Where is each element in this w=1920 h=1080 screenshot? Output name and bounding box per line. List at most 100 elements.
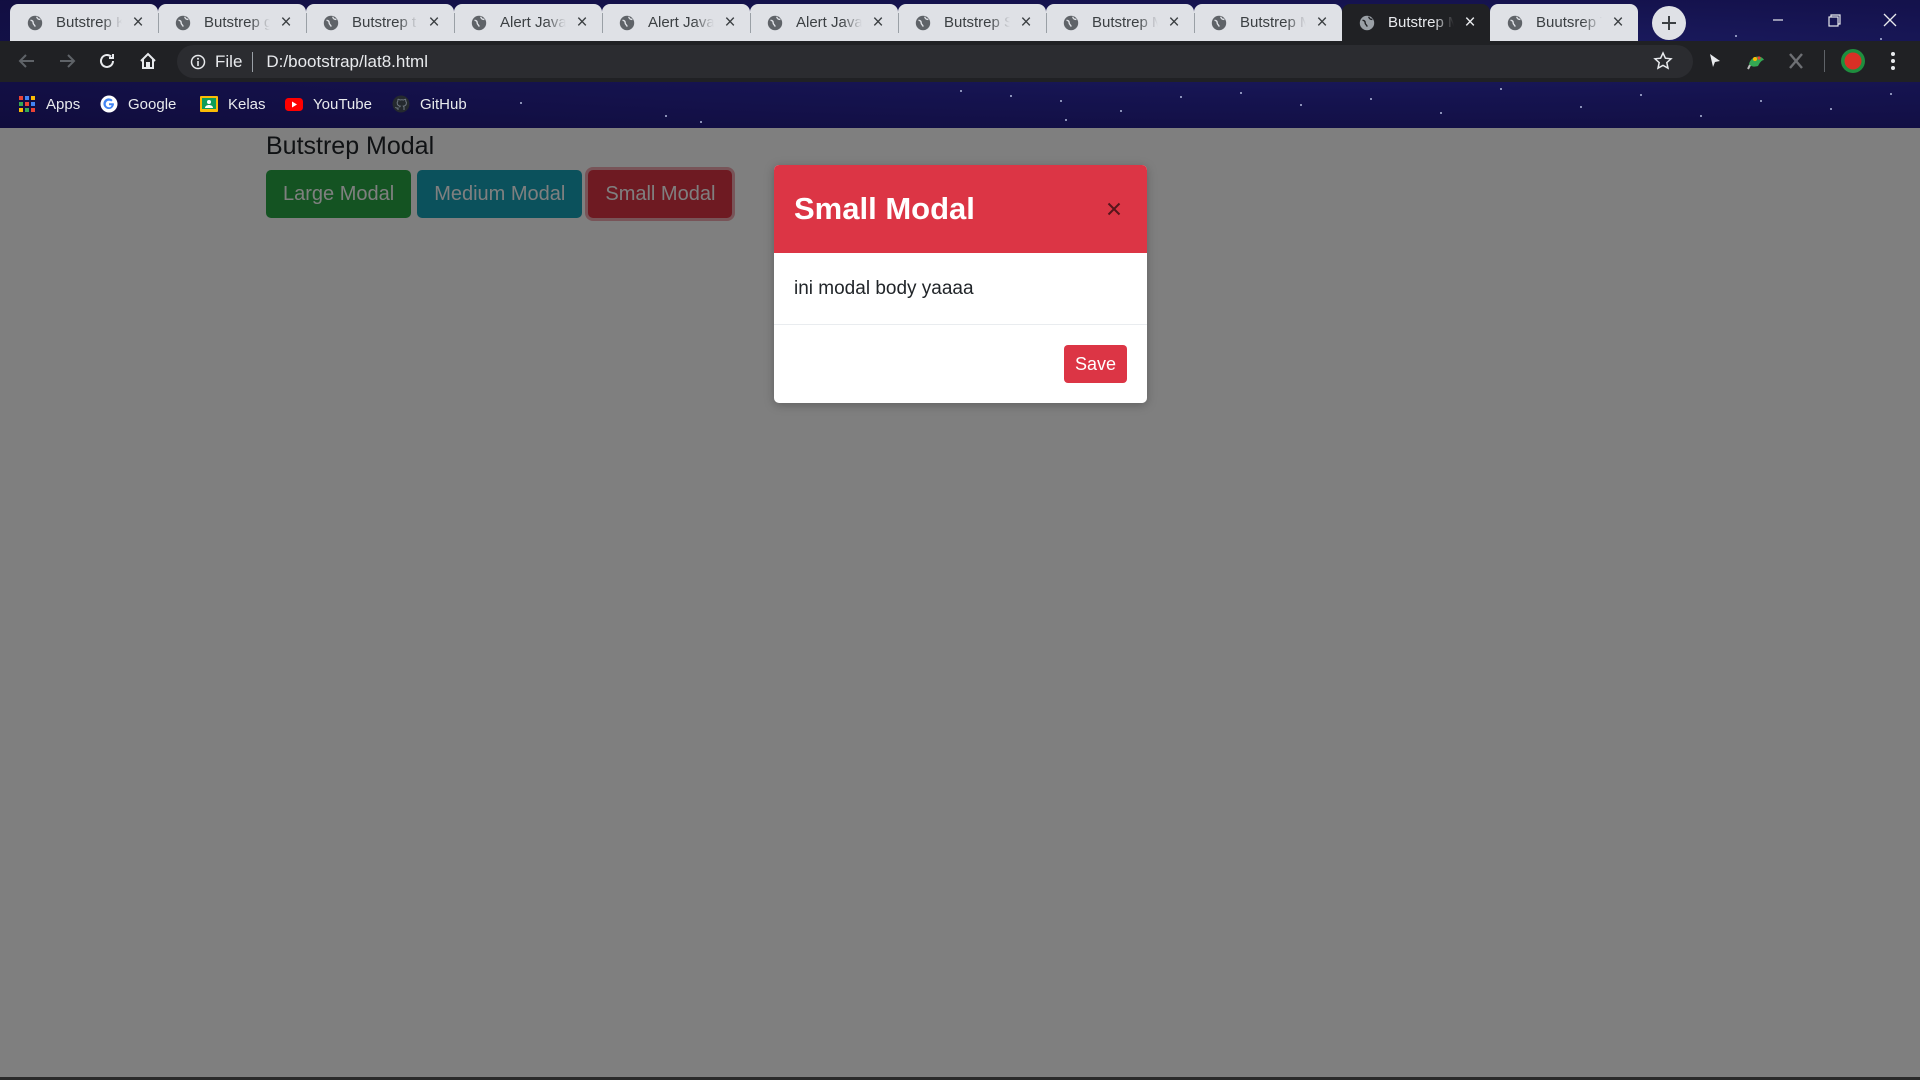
small-modal-dialog: Small Modal ini modal body yaaaa Save — [774, 165, 1147, 403]
address-bar[interactable]: File D:/bootstrap/lat8.html — [177, 45, 1693, 78]
modal-footer: Save — [774, 325, 1147, 403]
globe-icon — [27, 15, 43, 30]
globe-icon — [323, 15, 339, 30]
new-tab-button[interactable] — [1652, 6, 1686, 40]
bookmark-kelas[interactable]: Kelas — [200, 92, 266, 116]
globe-icon — [1359, 15, 1375, 30]
tab-strip: Butstrep K × Butstrep g × Butstrep t × A… — [10, 4, 1638, 41]
restore-button[interactable] — [1806, 0, 1862, 40]
browser-tab[interactable]: Alert Javas × — [454, 4, 602, 41]
modal-header: Small Modal — [774, 165, 1147, 253]
bookmark-label: GitHub — [420, 95, 467, 113]
x-extension-icon[interactable] — [1781, 46, 1811, 76]
back-button[interactable] — [12, 46, 42, 76]
tab-title: Alert Javas — [796, 14, 862, 31]
bookmark-github[interactable]: GitHub — [392, 92, 467, 116]
tab-close-icon[interactable]: × — [1608, 12, 1628, 33]
tab-title: Alert Javas — [648, 14, 714, 31]
close-icon — [1107, 202, 1121, 216]
tab-close-icon[interactable]: × — [1312, 12, 1332, 33]
toolbar-divider — [1818, 46, 1830, 76]
address-separator — [252, 51, 254, 72]
tab-close-icon[interactable]: × — [1460, 12, 1480, 33]
browser-tab[interactable]: Butstrep K × — [10, 4, 158, 41]
tab-close-icon[interactable]: × — [572, 12, 592, 33]
minimize-icon — [1773, 19, 1783, 21]
arrow-left-icon — [18, 54, 34, 68]
tab-title: Alert Javas — [500, 14, 566, 31]
globe-icon — [1063, 15, 1079, 30]
close-icon — [1883, 13, 1897, 27]
info-icon[interactable] — [189, 53, 207, 71]
cursor-extension-icon[interactable] — [1700, 46, 1730, 76]
scheme-label: File — [215, 51, 243, 71]
modal-body-text: ini modal body yaaaa — [794, 277, 974, 299]
tab-title: Butstrep K — [56, 14, 122, 31]
plus-icon — [1662, 16, 1676, 30]
globe-icon — [1211, 15, 1227, 30]
home-button[interactable] — [133, 46, 163, 76]
modal-title: Small Modal — [794, 191, 975, 226]
browser-tab[interactable]: Butstrep g × — [158, 4, 306, 41]
modal-close-button[interactable] — [1101, 196, 1127, 222]
tab-close-icon[interactable]: × — [128, 12, 148, 33]
tab-title: Butstrep t — [352, 14, 417, 31]
tab-close-icon[interactable]: × — [1164, 12, 1184, 33]
globe-icon — [915, 15, 931, 30]
browser-toolbar: File D:/bootstrap/lat8.html — [0, 41, 1920, 82]
globe-icon — [471, 15, 487, 30]
bookmark-apps[interactable]: Apps — [18, 92, 80, 116]
classroom-icon — [200, 95, 218, 113]
youtube-icon — [285, 95, 303, 113]
tab-close-icon[interactable]: × — [1016, 12, 1036, 33]
bookmark-label: Apps — [46, 95, 81, 113]
minimize-button[interactable] — [1750, 0, 1806, 40]
browser-tab[interactable]: Butstrep M × — [1194, 4, 1342, 41]
browser-tab-active[interactable]: Butstrep M × — [1342, 4, 1490, 41]
browser-tab[interactable]: Alert Javas × — [602, 4, 750, 41]
tab-title: Butstrep g — [204, 14, 270, 31]
browser-tab[interactable]: Butstrep t × — [306, 4, 454, 41]
browser-tab[interactable]: Buutsrep T × — [1490, 4, 1638, 41]
bookmark-label: YouTube — [313, 95, 372, 113]
github-icon — [392, 95, 410, 113]
browser-chrome: Butstrep K × Butstrep g × Butstrep t × A… — [0, 0, 1920, 128]
globe-icon — [175, 15, 191, 30]
bookmark-label: Kelas — [228, 95, 266, 113]
globe-icon — [1507, 15, 1523, 30]
google-icon — [100, 95, 118, 113]
tab-title: Butstrep M — [1240, 14, 1306, 31]
tab-close-icon[interactable]: × — [276, 12, 296, 33]
tab-title: Butstrep S — [944, 14, 1010, 31]
reload-icon — [100, 53, 114, 68]
browser-tab[interactable]: Alert Javas × — [750, 4, 898, 41]
bookmark-star-icon[interactable] — [1653, 51, 1673, 76]
bookmark-label: Google — [128, 95, 177, 113]
tab-close-icon[interactable]: × — [424, 12, 444, 33]
apps-grid-icon — [18, 95, 36, 113]
bookmark-youtube[interactable]: YouTube — [285, 92, 372, 116]
menu-kebab-icon[interactable] — [1878, 46, 1908, 76]
close-window-button[interactable] — [1862, 0, 1918, 40]
tab-title: Butstrep M — [1388, 14, 1454, 31]
save-button[interactable]: Save — [1063, 345, 1127, 383]
url-text[interactable]: D:/bootstrap/lat8.html — [266, 52, 428, 72]
bookmark-google[interactable]: Google — [100, 92, 176, 116]
arrow-right-icon — [60, 54, 76, 68]
browser-tab[interactable]: Butstrep M × — [1046, 4, 1194, 41]
reload-button[interactable] — [92, 46, 122, 76]
tab-title: Butstrep M — [1092, 14, 1158, 31]
page-viewport: Butstrep Modal Large Modal Medium Modal … — [0, 128, 1920, 1080]
globe-icon — [619, 15, 635, 30]
globe-icon — [767, 15, 783, 30]
palette-extension-icon[interactable] — [1741, 46, 1771, 76]
bookmarks-bar: Apps Google Kelas YouTube GitHub — [0, 82, 1920, 128]
modal-body: ini modal body yaaaa — [774, 253, 1147, 325]
restore-icon — [1827, 13, 1841, 27]
tab-close-icon[interactable]: × — [720, 12, 740, 33]
tab-title: Buutsrep T — [1536, 14, 1602, 31]
profile-avatar[interactable] — [1838, 46, 1868, 76]
tab-close-icon[interactable]: × — [868, 12, 888, 33]
browser-tab[interactable]: Butstrep S × — [898, 4, 1046, 41]
forward-button[interactable] — [52, 46, 82, 76]
